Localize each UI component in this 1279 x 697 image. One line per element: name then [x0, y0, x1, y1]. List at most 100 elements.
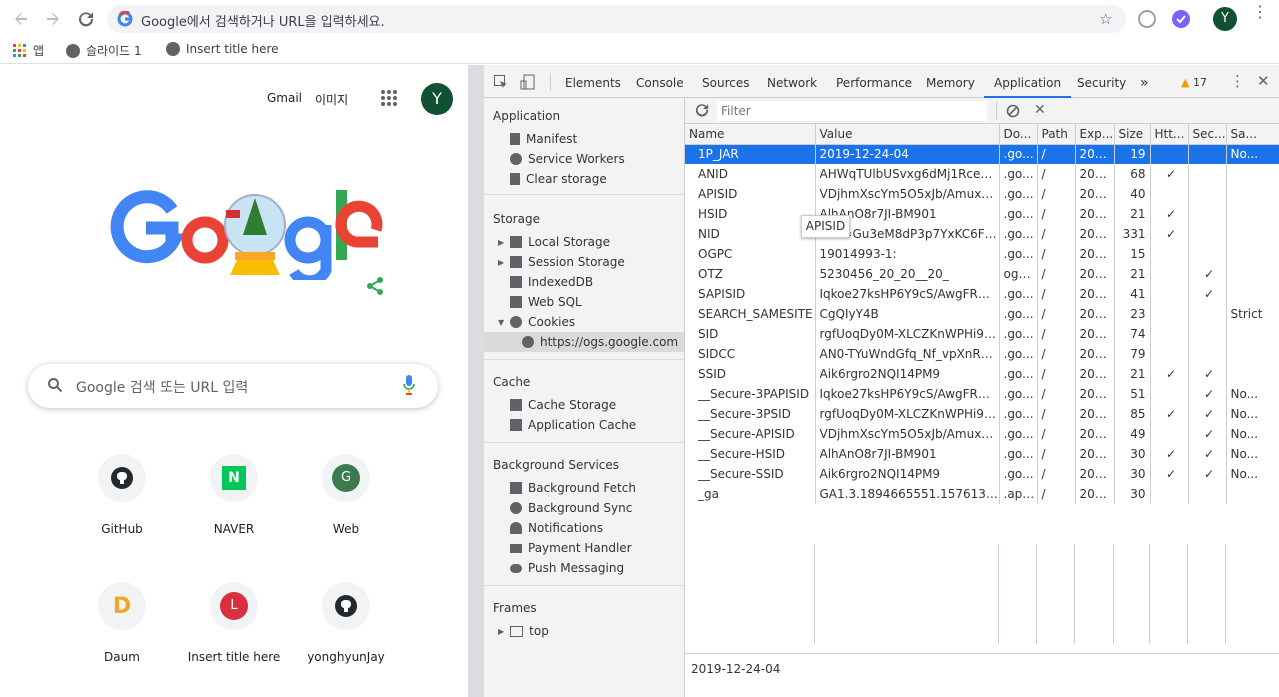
sidebar-item-application-cache[interactable]: Application Cache — [510, 415, 636, 435]
table-row[interactable]: 1P_JAR 2019-12-24-04 .go.../202... 19 No... — [685, 144, 1279, 164]
devtools-splitter[interactable] — [468, 65, 484, 697]
table-row[interactable]: SID rgfUoqDy0M-XLCZKnWPHi9Cji... .go.../20… — [685, 324, 1279, 344]
shortcut-web[interactable]: G Web — [291, 454, 401, 536]
table-row[interactable]: OTZ 5230456_20_20__20_ ogs..../202... 21 ✓ — [685, 264, 1279, 284]
account-avatar[interactable]: Y — [421, 83, 453, 115]
col-expires[interactable]: Exp... — [1075, 124, 1115, 145]
sidebar-item-background-sync[interactable]: Background Sync — [510, 498, 632, 518]
tab-console[interactable]: Console — [636, 65, 684, 98]
sidebar-item-web-sql[interactable]: Web SQL — [510, 292, 582, 312]
microphone-icon[interactable] — [403, 375, 415, 398]
device-toolbar-icon[interactable] — [520, 74, 536, 93]
sidebar-item-service-workers[interactable]: Service Workers — [510, 149, 625, 169]
gmail-link[interactable]: Gmail — [267, 91, 302, 105]
section-cache: Cache — [493, 375, 531, 389]
shortcut-yonghyunjay[interactable]: yonghyunJay — [291, 582, 401, 664]
tab-network[interactable]: Network — [767, 65, 817, 98]
grid-icon — [510, 419, 522, 431]
shortcut-naver[interactable]: N NAVER — [179, 454, 289, 536]
tab-sources[interactable]: Sources — [702, 65, 749, 98]
shortcut-insert-title[interactable]: L Insert title here — [179, 582, 289, 664]
table-row[interactable]: ANID AHWqTUlbUSvxg6dMj1RceKbA... .go.../20… — [685, 164, 1279, 184]
table-row[interactable]: SAPISID Iqkoe27ksHP6Y9cS/AwgFRD6C... .go..… — [685, 284, 1279, 304]
sidebar-item-frame-top[interactable]: ▶ top — [498, 621, 549, 641]
table-row[interactable]: SEARCH_SAMESITE CgQIyY4B .go.../202... 23 St… — [685, 304, 1279, 324]
google-apps-icon[interactable] — [380, 89, 398, 110]
delete-selected-icon[interactable]: ✕ — [1034, 102, 1046, 118]
tab-application[interactable]: Application — [984, 65, 1072, 98]
table-row[interactable]: SSID Aik6rgro2NQI14PM9 .go.../202... 21 ✓ ✓ — [685, 364, 1279, 384]
expand-arrow-icon[interactable]: ▶ — [498, 627, 504, 636]
warnings-badge[interactable]: ▲ 17 — [1181, 76, 1207, 89]
clear-all-icon[interactable] — [1006, 104, 1020, 121]
table-row[interactable]: __Secure-3PAPISID Iqkoe27ksHP6Y9cS/AwgFRD… — [685, 384, 1279, 404]
col-samesite[interactable]: Sa... — [1226, 124, 1279, 145]
cell-domain: .go... — [999, 304, 1038, 324]
table-row[interactable]: HSID AlhAnO8r7JI-BM901 .go.../202... 21 ✓ — [685, 204, 1279, 224]
bookmark-apps[interactable]: 앱 — [13, 42, 44, 59]
col-name[interactable]: Name — [685, 124, 816, 145]
google-doodle[interactable] — [110, 180, 390, 287]
table-row[interactable]: __Secure-3PSID rgfUoqDy0M-XLCZKnWPHi9Cji.… — [685, 404, 1279, 424]
col-domain[interactable]: Do... — [999, 124, 1038, 145]
profile-avatar[interactable]: Y — [1213, 7, 1237, 31]
back-arrow-icon[interactable] — [8, 6, 34, 32]
sidebar-item-local-storage[interactable]: ▶ Local Storage — [498, 232, 610, 252]
filter-input[interactable] — [717, 101, 987, 121]
table-row[interactable]: SIDCC AN0-TYuWndGfq_Nf_vpXnRc2... .go.../2… — [685, 344, 1279, 364]
cell-samesite: No... — [1226, 464, 1279, 484]
sidebar-item-ogs-cookies[interactable]: https://ogs.google.com — [522, 332, 678, 352]
sidebar-item-indexeddb[interactable]: IndexedDB — [510, 272, 593, 292]
shortcut-github[interactable]: GitHub — [67, 454, 177, 536]
collapse-arrow-icon[interactable]: ▼ — [498, 318, 504, 327]
table-row[interactable]: APISID VDjhmXscYm5O5xJb/Amux9Xa... .go... /… — [685, 184, 1279, 204]
chrome-menu-icon[interactable]: ⋮ — [1252, 4, 1268, 20]
table-row[interactable]: __Secure-APISID VDjhmXscYm5O5xJb/Amux9Xa.… — [685, 424, 1279, 444]
more-tabs-button[interactable]: » — [1140, 65, 1149, 98]
close-devtools-icon[interactable]: ✕ — [1257, 74, 1270, 89]
share-icon[interactable] — [365, 276, 385, 299]
ntp-search-box[interactable]: Google 검색 또는 URL 입력 — [28, 364, 438, 408]
images-link[interactable]: 이미지 — [315, 91, 348, 108]
cell-path: / — [1037, 344, 1076, 364]
extension-icon[interactable] — [1138, 10, 1156, 28]
bookmark-slide[interactable]: 슬라이드 1 — [66, 42, 142, 59]
tab-elements[interactable]: Elements — [565, 65, 621, 98]
refresh-icon[interactable] — [695, 103, 709, 120]
col-size[interactable]: Size — [1114, 124, 1151, 145]
forward-arrow-icon[interactable] — [40, 6, 66, 32]
sidebar-item-manifest[interactable]: Manifest — [510, 129, 577, 149]
reload-icon[interactable] — [73, 6, 99, 32]
sidebar-item-cookies[interactable]: ▼ Cookies — [498, 312, 575, 332]
shortcut-daum[interactable]: D Daum — [67, 582, 177, 664]
table-row[interactable]: OGPC 19014993-1: .go.../202... 15 — [685, 244, 1279, 264]
table-row[interactable]: __Secure-HSID AlhAnO8r7JI-BM901 .go.../202… — [685, 444, 1279, 464]
expand-arrow-icon[interactable]: ▶ — [498, 238, 504, 247]
sidebar-item-session-storage[interactable]: ▶ Session Storage — [498, 252, 625, 272]
tab-memory[interactable]: Memory — [926, 65, 975, 98]
col-path[interactable]: Path — [1037, 124, 1076, 145]
col-value[interactable]: Value — [815, 124, 1000, 145]
tab-security[interactable]: Security — [1077, 65, 1126, 98]
expand-arrow-icon[interactable]: ▶ — [498, 258, 504, 267]
table-row[interactable]: __Secure-SSID Aik6rgro2NQI14PM9 .go.../202… — [685, 464, 1279, 484]
bookmark-insert-title[interactable]: Insert title here — [166, 42, 279, 56]
col-secure[interactable]: Sec... — [1188, 124, 1227, 145]
sidebar-item-notifications[interactable]: Notifications — [510, 518, 603, 538]
extension-check-icon[interactable] — [1172, 10, 1190, 28]
tab-performance[interactable]: Performance — [836, 65, 912, 98]
cell-name: APISID — [685, 184, 816, 204]
sidebar-item-push-messaging[interactable]: Push Messaging — [510, 558, 624, 578]
table-row[interactable]: NID 194=Gu3eM8dP3p7YxKC6F-ldf... .go.../20… — [685, 224, 1279, 244]
devtools-menu-icon[interactable]: ⋮ — [1230, 74, 1245, 89]
cell-expires: 202... — [1075, 144, 1115, 164]
sidebar-item-payment-handler[interactable]: Payment Handler — [510, 538, 632, 558]
bookmark-star-icon[interactable]: ☆ — [1099, 10, 1112, 28]
table-row[interactable]: _ga GA1.3.1894665551.1576132024 .api.../20… — [685, 484, 1279, 504]
col-httponly[interactable]: Htt... — [1150, 124, 1189, 145]
inspect-element-icon[interactable] — [494, 75, 508, 92]
sidebar-item-cache-storage[interactable]: Cache Storage — [510, 395, 616, 415]
sidebar-item-background-fetch[interactable]: Background Fetch — [510, 478, 636, 498]
omnibox[interactable]: Google에서 검색하거나 URL을 입력하세요. ☆ — [107, 5, 1126, 33]
sidebar-item-clear-storage[interactable]: Clear storage — [510, 169, 607, 189]
